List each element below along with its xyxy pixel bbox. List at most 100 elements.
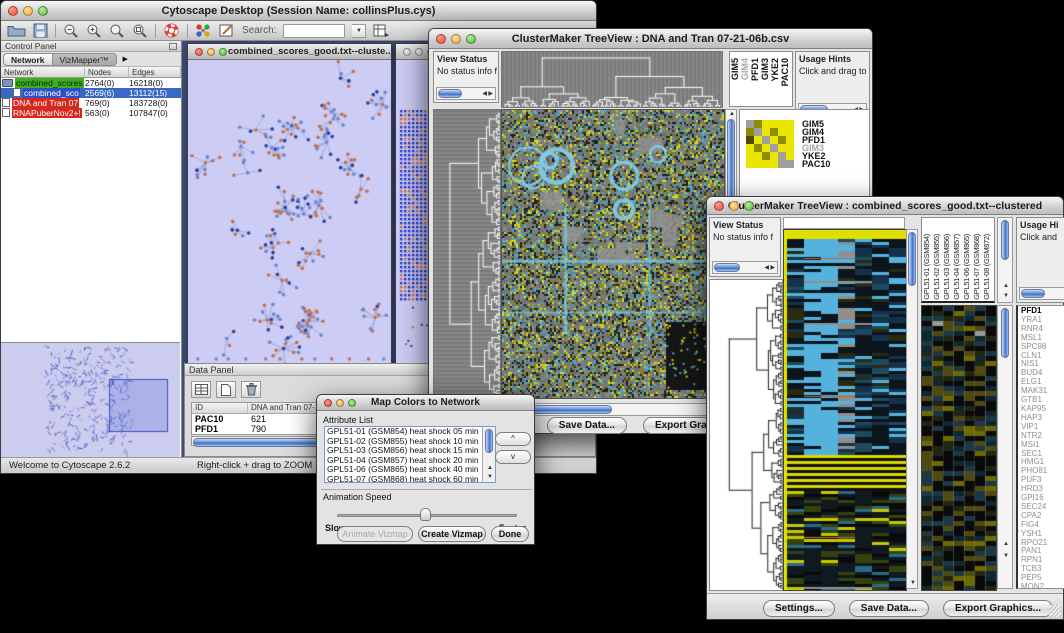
search-input[interactable] — [283, 24, 345, 38]
usage-hints-text: Click and — [1017, 232, 1064, 244]
zoom-in-icon[interactable] — [86, 23, 102, 39]
column-nodes[interactable]: Nodes — [85, 67, 129, 77]
edge-count: 13112(15) — [129, 88, 181, 98]
zoom-out-icon[interactable] — [63, 23, 79, 39]
create-vizmap-button[interactable]: Create Vizmap — [418, 526, 486, 542]
column-labels-panel: GIM5GIM4PFD1GIM3YKE2PAC10 — [729, 51, 793, 107]
heatmap-hscrollbar[interactable]: ◀▶ — [501, 403, 735, 416]
matrix-cell — [754, 160, 762, 168]
attribute-list-vscrollbar[interactable]: ▲ ▼ — [482, 427, 495, 482]
move-up-button[interactable]: ^ — [495, 432, 531, 446]
matrix-cell — [746, 144, 754, 152]
main-titlebar[interactable]: Cytoscape Desktop (Session Name: collins… — [1, 1, 596, 21]
save-icon[interactable] — [33, 23, 48, 38]
export-graphics-button[interactable]: Export Graphics... — [943, 600, 1053, 617]
id-column-header[interactable]: ID — [192, 403, 248, 413]
network-list-row[interactable]: DNA and Tran 07769(0)183728(0) — [1, 98, 181, 108]
zoom-button[interactable] — [38, 6, 48, 16]
table-import-icon[interactable] — [373, 23, 390, 38]
annotation-icon[interactable] — [219, 23, 235, 38]
minimize-button[interactable] — [23, 6, 33, 16]
attribute-table-icon[interactable] — [191, 381, 211, 398]
undock-icon[interactable] — [169, 43, 177, 50]
edge-count: 183728(0) — [129, 98, 181, 108]
resize-grip[interactable] — [1049, 605, 1061, 617]
detail-vscrollbar[interactable]: ▲ ▼ — [997, 305, 1013, 589]
tab-vizmapper[interactable]: VizMapper™ — [53, 53, 117, 66]
help-lifering-icon[interactable] — [163, 22, 180, 39]
control-panel-header: Control Panel — [1, 41, 181, 52]
frame1-titlebar[interactable]: combined_scores_good.txt--cluste... — [188, 44, 391, 60]
column-edges[interactable]: Edges — [129, 67, 181, 77]
animate-vizmap-button[interactable]: Animate Vizmap — [337, 526, 413, 542]
global-heatmap-canvas[interactable] — [783, 229, 907, 591]
close-button[interactable] — [714, 201, 724, 211]
view-status-hscrollbar[interactable]: ◀▶ — [436, 87, 496, 100]
gene-list[interactable]: PFD1YRA1RNR4MSL1SPC98CLN1NIS1BUD4ELG1MAK… — [1016, 305, 1064, 589]
vizmapper-icon[interactable] — [195, 23, 212, 38]
zoom-fit-icon[interactable] — [132, 23, 148, 39]
minimize-button[interactable] — [451, 34, 461, 44]
save-data-button[interactable]: Save Data... — [849, 600, 929, 617]
edge-count: 16218(0) — [129, 78, 181, 88]
minimize-button[interactable] — [336, 399, 344, 407]
column-dendrogram-canvas[interactable] — [501, 51, 723, 108]
row-dendrogram-canvas[interactable] — [433, 109, 501, 399]
global-heatmap-vscrollbar[interactable]: ▼ — [906, 229, 918, 589]
zoom-button[interactable] — [466, 34, 476, 44]
tab-overflow-arrow[interactable]: ▶ — [123, 55, 128, 63]
new-attribute-icon[interactable] — [216, 381, 236, 398]
usage-hints-hscrollbar[interactable] — [1019, 287, 1064, 300]
network-name: combined_sco — [23, 88, 80, 98]
column-label: YKE2 — [770, 58, 780, 82]
zoom-selected-icon[interactable] — [109, 23, 125, 39]
move-down-button[interactable]: v — [495, 450, 531, 464]
minimize-button[interactable] — [415, 48, 423, 56]
treeview1-titlebar[interactable]: ClusterMaker TreeView : DNA and Tran 07-… — [429, 29, 872, 49]
treeview1-title: ClusterMaker TreeView : DNA and Tran 07-… — [429, 29, 872, 49]
network-canvas[interactable] — [188, 60, 391, 364]
search-dropdown-arrow[interactable]: ▼ — [352, 24, 366, 38]
close-button[interactable] — [324, 399, 332, 407]
open-file-icon[interactable] — [7, 23, 26, 38]
close-button[interactable] — [8, 6, 18, 16]
done-button[interactable]: Done — [491, 526, 529, 542]
document-icon — [2, 98, 10, 107]
usage-hints-text: Click and drag to — [796, 66, 869, 78]
dialog-titlebar[interactable]: Map Colors to Network — [317, 395, 534, 411]
column-network[interactable]: Network — [1, 67, 85, 77]
minimize-button[interactable] — [729, 201, 739, 211]
matrix-cell — [746, 120, 754, 128]
matrix-cell — [746, 160, 754, 168]
birdseye-view-canvas[interactable] — [1, 342, 180, 457]
heatmap-canvas[interactable] — [501, 109, 725, 399]
view-status-hscrollbar[interactable]: ◀▶ — [712, 261, 778, 274]
tab-network[interactable]: Network — [3, 53, 53, 66]
matrix-cell — [770, 144, 778, 152]
matrix-cell — [786, 136, 794, 144]
control-panel-tabs: Network VizMapper™ ▶ — [1, 52, 181, 67]
detail-heatmap-canvas[interactable] — [921, 305, 997, 591]
attribute-list-item[interactable]: GPL51-07 (GSM868) heat shock 60 min — [325, 475, 495, 483]
detail-matrix[interactable] — [746, 120, 794, 168]
zoom-button[interactable] — [744, 201, 754, 211]
treeview2-titlebar[interactable]: ClusterMaker TreeView : combined_scores_… — [707, 197, 1063, 215]
save-data-button[interactable]: Save Data... — [547, 417, 627, 434]
zoom-button[interactable] — [219, 48, 227, 56]
network-list-row[interactable]: combined_sco2569(6)13112(15) — [1, 88, 181, 98]
delete-attribute-icon[interactable] — [241, 381, 261, 398]
usage-hints-title: Usage Hints — [796, 52, 869, 66]
network-list-row[interactable]: RNAPuberNov2+!563(0)107847(0) — [1, 108, 181, 118]
close-button[interactable] — [195, 48, 203, 56]
animation-speed-slider-thumb[interactable] — [420, 508, 431, 521]
toolbar-separator — [187, 24, 188, 38]
settings-button[interactable]: Settings... — [763, 600, 835, 617]
network-list-row[interactable]: combined_scores2764(0)16218(0) — [1, 78, 181, 88]
row-dendrogram-canvas[interactable] — [709, 279, 783, 591]
attribute-list[interactable]: GPL51-01 (GSM854) heat shock 05 minGPL51… — [324, 426, 496, 483]
close-button[interactable] — [403, 48, 411, 56]
minimize-button[interactable] — [207, 48, 215, 56]
labels-vscrollbar[interactable]: ▲ ▼ — [997, 217, 1013, 303]
zoom-button[interactable] — [348, 399, 356, 407]
close-button[interactable] — [436, 34, 446, 44]
